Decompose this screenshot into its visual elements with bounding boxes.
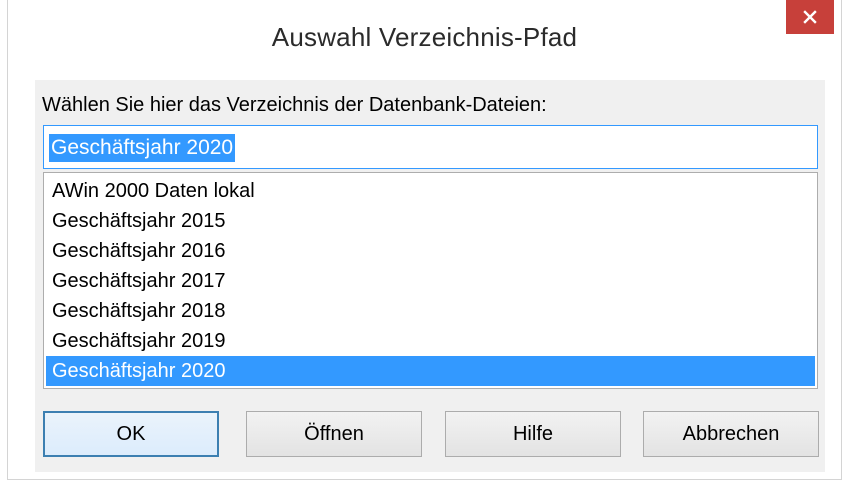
dialog-window: Auswahl Verzeichnis-Pfad Wählen Sie hier…	[7, 0, 842, 480]
path-input[interactable]: Geschäftsjahr 2020	[43, 125, 818, 169]
list-item[interactable]: AWin 2000 Daten lokal	[46, 176, 815, 206]
list-item-selected[interactable]: Geschäftsjahr 2020	[46, 356, 815, 386]
help-button[interactable]: Hilfe	[445, 411, 621, 457]
dialog-body: Wählen Sie hier das Verzeichnis der Date…	[35, 80, 825, 472]
list-item[interactable]: Geschäftsjahr 2015	[46, 206, 815, 236]
ok-button[interactable]: OK	[43, 411, 219, 457]
cancel-button[interactable]: Abbrechen	[643, 411, 819, 457]
open-button[interactable]: Öffnen	[246, 411, 422, 457]
dialog-title: Auswahl Verzeichnis-Pfad	[271, 22, 578, 52]
close-icon	[803, 10, 817, 24]
list-item[interactable]: Geschäftsjahr 2017	[46, 266, 815, 296]
close-button[interactable]	[786, 0, 834, 34]
directory-list[interactable]: AWin 2000 Daten lokal Geschäftsjahr 2015…	[43, 172, 818, 389]
path-input-value[interactable]: Geschäftsjahr 2020	[49, 134, 236, 162]
list-item[interactable]: Geschäftsjahr 2019	[46, 326, 815, 356]
title-bar[interactable]: Auswahl Verzeichnis-Pfad	[8, 0, 841, 80]
directory-prompt-label: Wählen Sie hier das Verzeichnis der Date…	[42, 94, 547, 116]
list-item[interactable]: Geschäftsjahr 2018	[46, 296, 815, 326]
list-item[interactable]: Geschäftsjahr 2016	[46, 236, 815, 266]
